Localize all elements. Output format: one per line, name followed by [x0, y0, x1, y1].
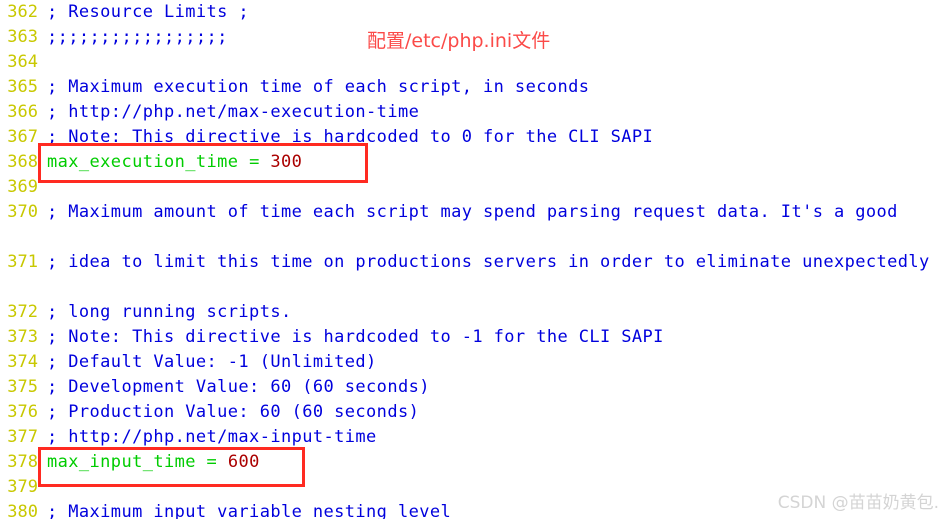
code-line-row[interactable]: 362 ; Resource Limits ;	[0, 0, 947, 25]
equals-sign: =	[206, 452, 218, 472]
annotation-config-php-ini: 配置/etc/php.ini文件	[367, 30, 551, 52]
code-line-row[interactable]: 369	[0, 175, 947, 200]
line-content-setting[interactable]: max_input_time = 600	[38, 450, 947, 475]
line-content-comment[interactable]: ; Note: This directive is hardcoded to -…	[38, 325, 947, 350]
line-number: 371	[7, 252, 38, 272]
code-lines-container[interactable]: 362 ; Resource Limits ; 363 ;;;;;;;;;;;;…	[0, 0, 947, 519]
line-number: 369	[7, 177, 38, 197]
code-line-row[interactable]: 364	[0, 50, 947, 75]
line-number: 364	[7, 52, 38, 72]
directive-value-max-input-time[interactable]: 600	[228, 452, 260, 472]
line-number: 378	[7, 452, 38, 472]
line-number: 373	[7, 327, 38, 347]
line-content-comment[interactable]: ; http://php.net/max-input-time	[38, 425, 947, 450]
code-line-row[interactable]: 366 ; http://php.net/max-execution-time	[0, 100, 947, 125]
code-line-row[interactable]: 367 ; Note: This directive is hardcoded …	[0, 125, 947, 150]
code-line-row[interactable]: 371 ; idea to limit this time on product…	[0, 250, 947, 300]
line-number: 363	[7, 27, 38, 47]
line-number: 377	[7, 427, 38, 447]
line-number: 370	[7, 202, 38, 222]
line-content-comment-wrapped[interactable]: ; Maximum amount of time each script may…	[38, 200, 941, 225]
line-content-comment[interactable]: ; Maximum execution time of each script,…	[38, 75, 947, 100]
code-line-row[interactable]: 373 ; Note: This directive is hardcoded …	[0, 325, 947, 350]
directive-key-max-execution-time[interactable]: max_execution_time	[47, 152, 238, 172]
line-content-setting[interactable]: max_execution_time = 300	[38, 150, 947, 175]
line-number: 362	[7, 2, 38, 22]
code-line-row[interactable]: 370 ; Maximum amount of time each script…	[0, 200, 947, 250]
line-number: 374	[7, 352, 38, 372]
line-number: 372	[7, 302, 38, 322]
line-number: 367	[7, 127, 38, 147]
line-number: 379	[7, 477, 38, 497]
directive-key-max-input-time[interactable]: max_input_time	[47, 452, 196, 472]
line-number: 365	[7, 77, 38, 97]
line-content-comment-wrapped[interactable]: ; idea to limit this time on productions…	[38, 250, 941, 275]
line-content-comment[interactable]: ; Development Value: 60 (60 seconds)	[38, 375, 947, 400]
line-number: 380	[7, 502, 38, 519]
code-line-row[interactable]: 376 ; Production Value: 60 (60 seconds)	[0, 400, 947, 425]
code-line-row[interactable]: 374 ; Default Value: -1 (Unlimited)	[0, 350, 947, 375]
php-ini-editor: 362 ; Resource Limits ; 363 ;;;;;;;;;;;;…	[0, 0, 947, 519]
code-line-row[interactable]: 372 ; long running scripts.	[0, 300, 947, 325]
code-line-row-max-input-time[interactable]: 378 max_input_time = 600	[0, 450, 947, 475]
line-content-comment[interactable]: ; http://php.net/max-execution-time	[38, 100, 947, 125]
line-number: 376	[7, 402, 38, 422]
code-line-row[interactable]: 375 ; Development Value: 60 (60 seconds)	[0, 375, 947, 400]
line-number: 366	[7, 102, 38, 122]
equals-sign: =	[249, 152, 260, 172]
code-line-row[interactable]: 365 ; Maximum execution time of each scr…	[0, 75, 947, 100]
line-content-comment[interactable]: ; long running scripts.	[38, 300, 947, 325]
watermark: CSDN @苗苗奶黄包.	[777, 493, 939, 513]
line-content-comment[interactable]: ; Note: This directive is hardcoded to 0…	[38, 125, 947, 150]
code-line-row-max-execution-time[interactable]: 368 max_execution_time = 300	[0, 150, 947, 175]
line-number: 368	[7, 152, 38, 172]
directive-value-max-execution-time[interactable]: 300	[270, 152, 302, 172]
line-content-comment[interactable]: ; Default Value: -1 (Unlimited)	[38, 350, 947, 375]
line-content-comment[interactable]: ; Production Value: 60 (60 seconds)	[38, 400, 947, 425]
code-line-row[interactable]: 377 ; http://php.net/max-input-time	[0, 425, 947, 450]
line-content-comment[interactable]: ; Resource Limits ;	[38, 0, 947, 25]
line-number: 375	[7, 377, 38, 397]
